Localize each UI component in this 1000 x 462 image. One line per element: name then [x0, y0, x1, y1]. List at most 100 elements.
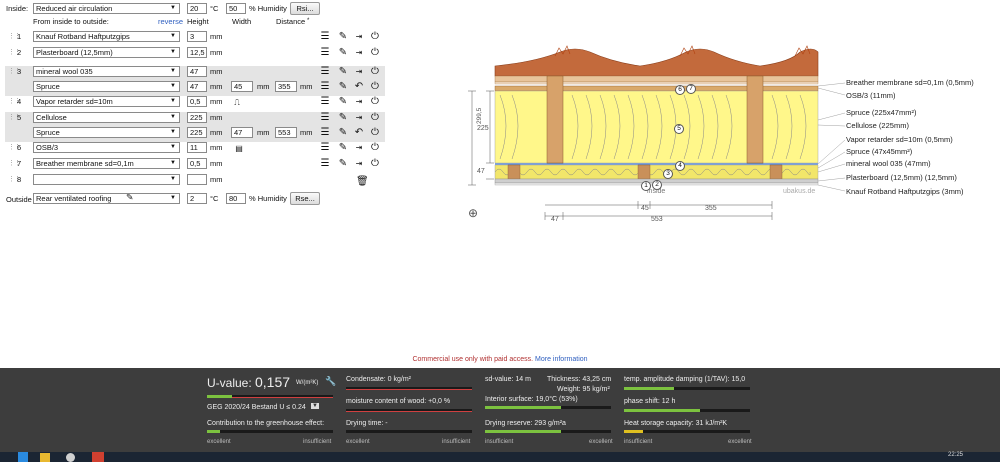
layer-material-select[interactable]: Vapor retarder sd=10m: [33, 96, 180, 107]
layer-material-select[interactable]: mineral wool 035: [33, 66, 180, 77]
menu-icon[interactable]: ☰: [319, 31, 331, 42]
dim-45-label: 45: [641, 205, 649, 212]
layer-height-input[interactable]: 11: [187, 142, 207, 153]
power-icon[interactable]: ⏻: [369, 47, 381, 58]
rse-button[interactable]: Rse...: [290, 192, 320, 205]
sub-height-input[interactable]: 47: [187, 81, 207, 92]
layer-material-select[interactable]: OSB/3: [33, 142, 180, 153]
power-icon[interactable]: ⏻: [369, 66, 381, 77]
trash-icon[interactable]: 🗑: [356, 176, 369, 187]
sub-distance-input[interactable]: 553: [275, 127, 297, 138]
add-layer-icon[interactable]: ⇥: [353, 47, 365, 58]
pencil-icon[interactable]: ✎: [337, 96, 349, 107]
add-layer-icon[interactable]: ⇥: [353, 96, 365, 107]
power-icon[interactable]: ⏻: [369, 31, 381, 42]
layer-material-select[interactable]: Cellulose: [33, 112, 180, 123]
power-icon[interactable]: ⏻: [369, 112, 381, 123]
add-layer-icon[interactable]: ⇥: [353, 31, 365, 42]
phase-shift-label: phase shift: 12 h: [624, 398, 676, 405]
layer-material-select[interactable]: Plasterboard (12,5mm): [33, 47, 180, 58]
pencil-icon[interactable]: ✎: [337, 31, 349, 42]
outside-temp-input[interactable]: 2: [187, 193, 207, 204]
from-inside-header: From inside to outside:: [33, 17, 109, 26]
layer-sub-material-select[interactable]: Spruce: [33, 81, 180, 92]
layer-height-input[interactable]: 47: [187, 66, 207, 77]
layer-material-select[interactable]: Knauf Rotband Haftputzgips: [33, 31, 180, 42]
outside-climate-select[interactable]: Rear ventilated roofing ✎ ▼: [33, 193, 180, 204]
add-layer-icon[interactable]: ⇥: [353, 112, 365, 123]
layer-number: 3: [17, 67, 22, 76]
power-icon[interactable]: ⏻: [369, 142, 381, 153]
layer-height-input[interactable]: 0,5: [187, 96, 207, 107]
layer-number: 5: [17, 113, 22, 122]
layer-material-select[interactable]: Breather membrane sd=0,1m: [33, 158, 180, 169]
u-value-unit: W/(m²K): [296, 380, 319, 386]
outside-humidity-input[interactable]: 80: [226, 193, 246, 204]
inside-temp-unit: °C: [210, 4, 219, 13]
power-icon[interactable]: ⏻: [369, 96, 381, 107]
wrench-icon[interactable]: 🔧: [325, 376, 336, 387]
sub-height-input[interactable]: 225: [187, 127, 207, 138]
add-layer-icon[interactable]: ⇥: [353, 66, 365, 77]
menu-icon[interactable]: ☰: [319, 96, 331, 107]
sub-width-input[interactable]: 47: [231, 127, 253, 138]
folder-icon[interactable]: [40, 453, 50, 462]
geg-dropdown-icon[interactable]: ▼: [311, 403, 319, 409]
layer-height-input[interactable]: 3: [187, 31, 207, 42]
pencil-icon[interactable]: ✎: [337, 81, 349, 92]
layer-height-input[interactable]: 12,5: [187, 47, 207, 58]
zoom-in-icon[interactable]: ⊕: [468, 206, 478, 220]
start-icon[interactable]: [18, 452, 28, 462]
layer-height-input[interactable]: [187, 174, 207, 185]
inside-temp-input[interactable]: 20: [187, 3, 207, 14]
pencil-icon[interactable]: ✎: [337, 66, 349, 77]
pencil-icon[interactable]: ✎: [337, 112, 349, 123]
pencil-icon[interactable]: ✎: [126, 194, 134, 202]
amplitude-bar: [624, 387, 750, 390]
inside-climate-select[interactable]: Reduced air circulation: [33, 3, 180, 14]
add-layer-icon[interactable]: ⇥: [353, 142, 365, 153]
u-value-bar: [207, 395, 333, 398]
unit-label: mm: [210, 67, 223, 76]
pencil-icon[interactable]: ✎: [337, 142, 349, 153]
rsi-button[interactable]: Rsi...: [290, 2, 320, 15]
power-icon[interactable]: ⏻: [369, 81, 381, 92]
menu-icon[interactable]: ☰: [319, 47, 331, 58]
thickness-label: Thickness: 43,25 cm: [547, 376, 612, 383]
pencil-icon[interactable]: ✎: [337, 127, 349, 138]
menu-icon[interactable]: ☰: [319, 127, 331, 138]
browser-icon[interactable]: [66, 453, 75, 462]
reverse-link[interactable]: reverse: [158, 16, 183, 27]
add-layer-icon[interactable]: ⇥: [353, 158, 365, 169]
pencil-icon[interactable]: ✎: [337, 158, 349, 169]
inside-humidity-input[interactable]: 50: [226, 3, 246, 14]
menu-icon[interactable]: ☰: [319, 142, 331, 153]
layer-sub-material-select[interactable]: Spruce: [33, 127, 180, 138]
layer-height-input[interactable]: 225: [187, 112, 207, 123]
menu-icon[interactable]: ☰: [319, 158, 331, 169]
undo-icon[interactable]: ↶: [353, 81, 365, 92]
layer-material-select[interactable]: [33, 174, 180, 185]
unit-label: mm: [300, 82, 313, 91]
menu-icon[interactable]: ☰: [319, 66, 331, 77]
app-icon[interactable]: [92, 452, 104, 462]
undo-icon[interactable]: ↶: [353, 127, 365, 138]
dim-553-label: 553: [651, 216, 663, 223]
layer-label: Cellulose (225mm): [846, 121, 909, 130]
layer-label: Knauf Rotband Haftputzgips (3mm): [846, 187, 964, 196]
power-icon[interactable]: ⏻: [369, 127, 381, 138]
sub-width-input[interactable]: 45: [231, 81, 253, 92]
sub-distance-input[interactable]: 355: [275, 81, 297, 92]
menu-icon[interactable]: ☰: [319, 112, 331, 123]
scale-insufficient: insufficient: [303, 439, 332, 445]
menu-icon[interactable]: ☰: [319, 81, 331, 92]
layer-height-input[interactable]: 0,5: [187, 158, 207, 169]
pencil-icon[interactable]: ✎: [337, 47, 349, 58]
interior-surface-label: Interior surface: 19,0°C (53%): [485, 396, 578, 403]
power-icon[interactable]: ⏻: [369, 158, 381, 169]
unit-label: mm: [210, 32, 223, 41]
outside-label: Outside: [6, 195, 32, 204]
batten-layer: [494, 75, 819, 83]
more-information-link[interactable]: More information: [535, 356, 588, 363]
rafter: [746, 75, 764, 164]
